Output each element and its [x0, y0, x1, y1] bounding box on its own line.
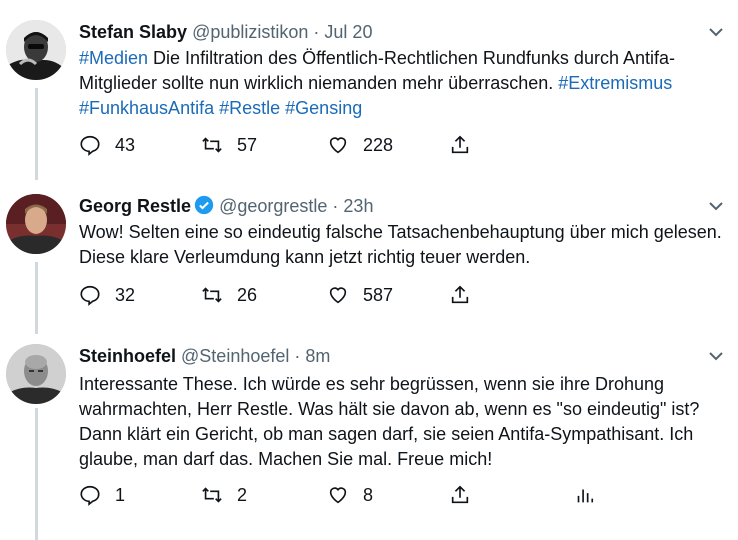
author-name[interactable]: Steinhoefel — [79, 346, 176, 366]
like-count: 8 — [363, 484, 374, 505]
author-handle[interactable]: @publizistikon — [192, 22, 308, 42]
tweet-header: Georg Restle @georgrestle · 23h — [79, 192, 373, 220]
tweet[interactable]: Stefan Slaby @publizistikon · Jul 20 #Me… — [0, 18, 738, 168]
hashtag-link[interactable]: #Gensing — [285, 98, 362, 118]
like-button[interactable]: 8 — [327, 483, 373, 507]
chevron-down-icon[interactable] — [708, 198, 724, 214]
retweet-count: 57 — [237, 134, 258, 155]
heart-icon — [329, 487, 347, 504]
reply-count: 43 — [115, 134, 136, 155]
share-button[interactable] — [449, 283, 471, 307]
like-count: 228 — [363, 134, 394, 155]
like-button[interactable]: 587 — [327, 283, 393, 307]
hashtag-link[interactable]: #FunkhausAntifa — [79, 98, 214, 118]
separator: · — [313, 22, 320, 42]
hashtag-link[interactable]: #Medien — [79, 48, 148, 68]
retweet-count: 2 — [237, 484, 248, 505]
timestamp[interactable]: Jul 20 — [324, 22, 372, 42]
share-button[interactable] — [449, 483, 471, 507]
author-name[interactable]: Georg Restle — [79, 196, 191, 216]
retweet-button[interactable]: 26 — [201, 283, 257, 307]
avatar[interactable] — [6, 194, 66, 254]
tweet-text: Interessante These. Ich würde es sehr be… — [79, 374, 700, 469]
retweet-button[interactable]: 2 — [201, 483, 247, 507]
tweet-header: Stefan Slaby @publizistikon · Jul 20 — [79, 18, 372, 46]
share-icon — [451, 135, 469, 154]
like-button[interactable]: 228 — [327, 133, 393, 157]
retweet-icon — [202, 487, 222, 503]
tweet-text: Wow! Selten eine so eindeutig falsche Ta… — [79, 222, 722, 267]
analytics-icon — [577, 489, 594, 503]
share-icon — [451, 485, 469, 504]
tweet-header: Steinhoefel @Steinhoefel · 8m — [79, 342, 330, 370]
avatar[interactable] — [6, 344, 66, 404]
author-handle[interactable]: @georgrestle — [219, 196, 327, 216]
retweet-icon — [202, 137, 222, 153]
chevron-down-icon[interactable] — [708, 348, 724, 364]
verified-badge-icon — [194, 195, 214, 215]
timestamp[interactable]: 23h — [343, 196, 373, 216]
separator: · — [332, 196, 339, 216]
reply-button[interactable]: 43 — [79, 133, 135, 157]
tweet[interactable]: Steinhoefel @Steinhoefel · 8m Interessan… — [0, 342, 738, 540]
tweet[interactable]: Georg Restle @georgrestle · 23h Wow! Sel… — [0, 192, 738, 322]
hashtag-link[interactable]: #Extremismus — [558, 73, 672, 93]
retweet-count: 26 — [237, 284, 258, 305]
avatar[interactable] — [6, 20, 66, 80]
reply-count: 32 — [115, 284, 136, 305]
retweet-button[interactable]: 57 — [201, 133, 257, 157]
reply-icon — [80, 285, 100, 306]
reply-icon — [80, 135, 100, 156]
timestamp[interactable]: 8m — [305, 346, 330, 366]
tweet-text: #Medien Die Infiltration des Öffentlich-… — [79, 46, 729, 121]
share-button[interactable] — [449, 133, 471, 157]
heart-icon — [329, 287, 347, 304]
reply-icon — [80, 485, 100, 506]
reply-button[interactable]: 1 — [79, 483, 125, 507]
share-icon — [451, 285, 469, 304]
author-name[interactable]: Stefan Slaby — [79, 22, 187, 42]
hashtag-link[interactable]: #Restle — [219, 98, 280, 118]
reply-button[interactable]: 32 — [79, 283, 135, 307]
analytics-button[interactable] — [573, 483, 595, 507]
reply-count: 1 — [115, 484, 126, 505]
separator: · — [294, 346, 301, 366]
author-handle[interactable]: @Steinhoefel — [181, 346, 289, 366]
retweet-icon — [202, 287, 222, 303]
chevron-down-icon[interactable] — [708, 24, 724, 40]
heart-icon — [329, 137, 347, 154]
like-count: 587 — [363, 284, 394, 305]
